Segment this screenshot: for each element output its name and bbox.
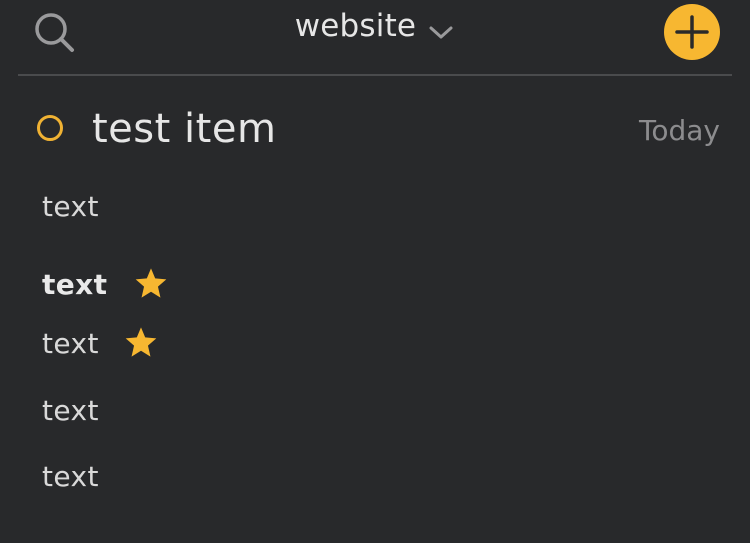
add-button[interactable] xyxy=(664,4,720,60)
project-title: website xyxy=(294,8,417,44)
star-icon xyxy=(135,268,166,298)
note-text: text xyxy=(42,190,99,223)
note-text: text xyxy=(42,268,108,301)
note-line[interactable]: text xyxy=(42,268,168,301)
header-divider xyxy=(18,74,732,76)
task-checkbox[interactable] xyxy=(37,115,63,141)
note-text: text xyxy=(42,327,99,360)
note-text: text xyxy=(42,460,99,493)
project-selector[interactable]: website xyxy=(0,8,750,44)
chevron-down-icon xyxy=(429,26,453,38)
star-icon xyxy=(125,327,157,357)
task-title[interactable]: test item xyxy=(92,106,276,152)
note-line[interactable]: text xyxy=(42,460,99,493)
task-due-date: Today xyxy=(639,114,720,147)
app-window: website test item Today text text text t… xyxy=(0,0,750,543)
task-row[interactable]: test item Today xyxy=(0,100,750,160)
note-line[interactable]: text xyxy=(42,190,99,223)
plus-icon xyxy=(675,15,709,49)
note-text: text xyxy=(42,394,99,427)
header-bar: website xyxy=(0,0,750,76)
note-line[interactable]: text xyxy=(42,394,99,427)
note-line[interactable]: text xyxy=(42,327,158,360)
